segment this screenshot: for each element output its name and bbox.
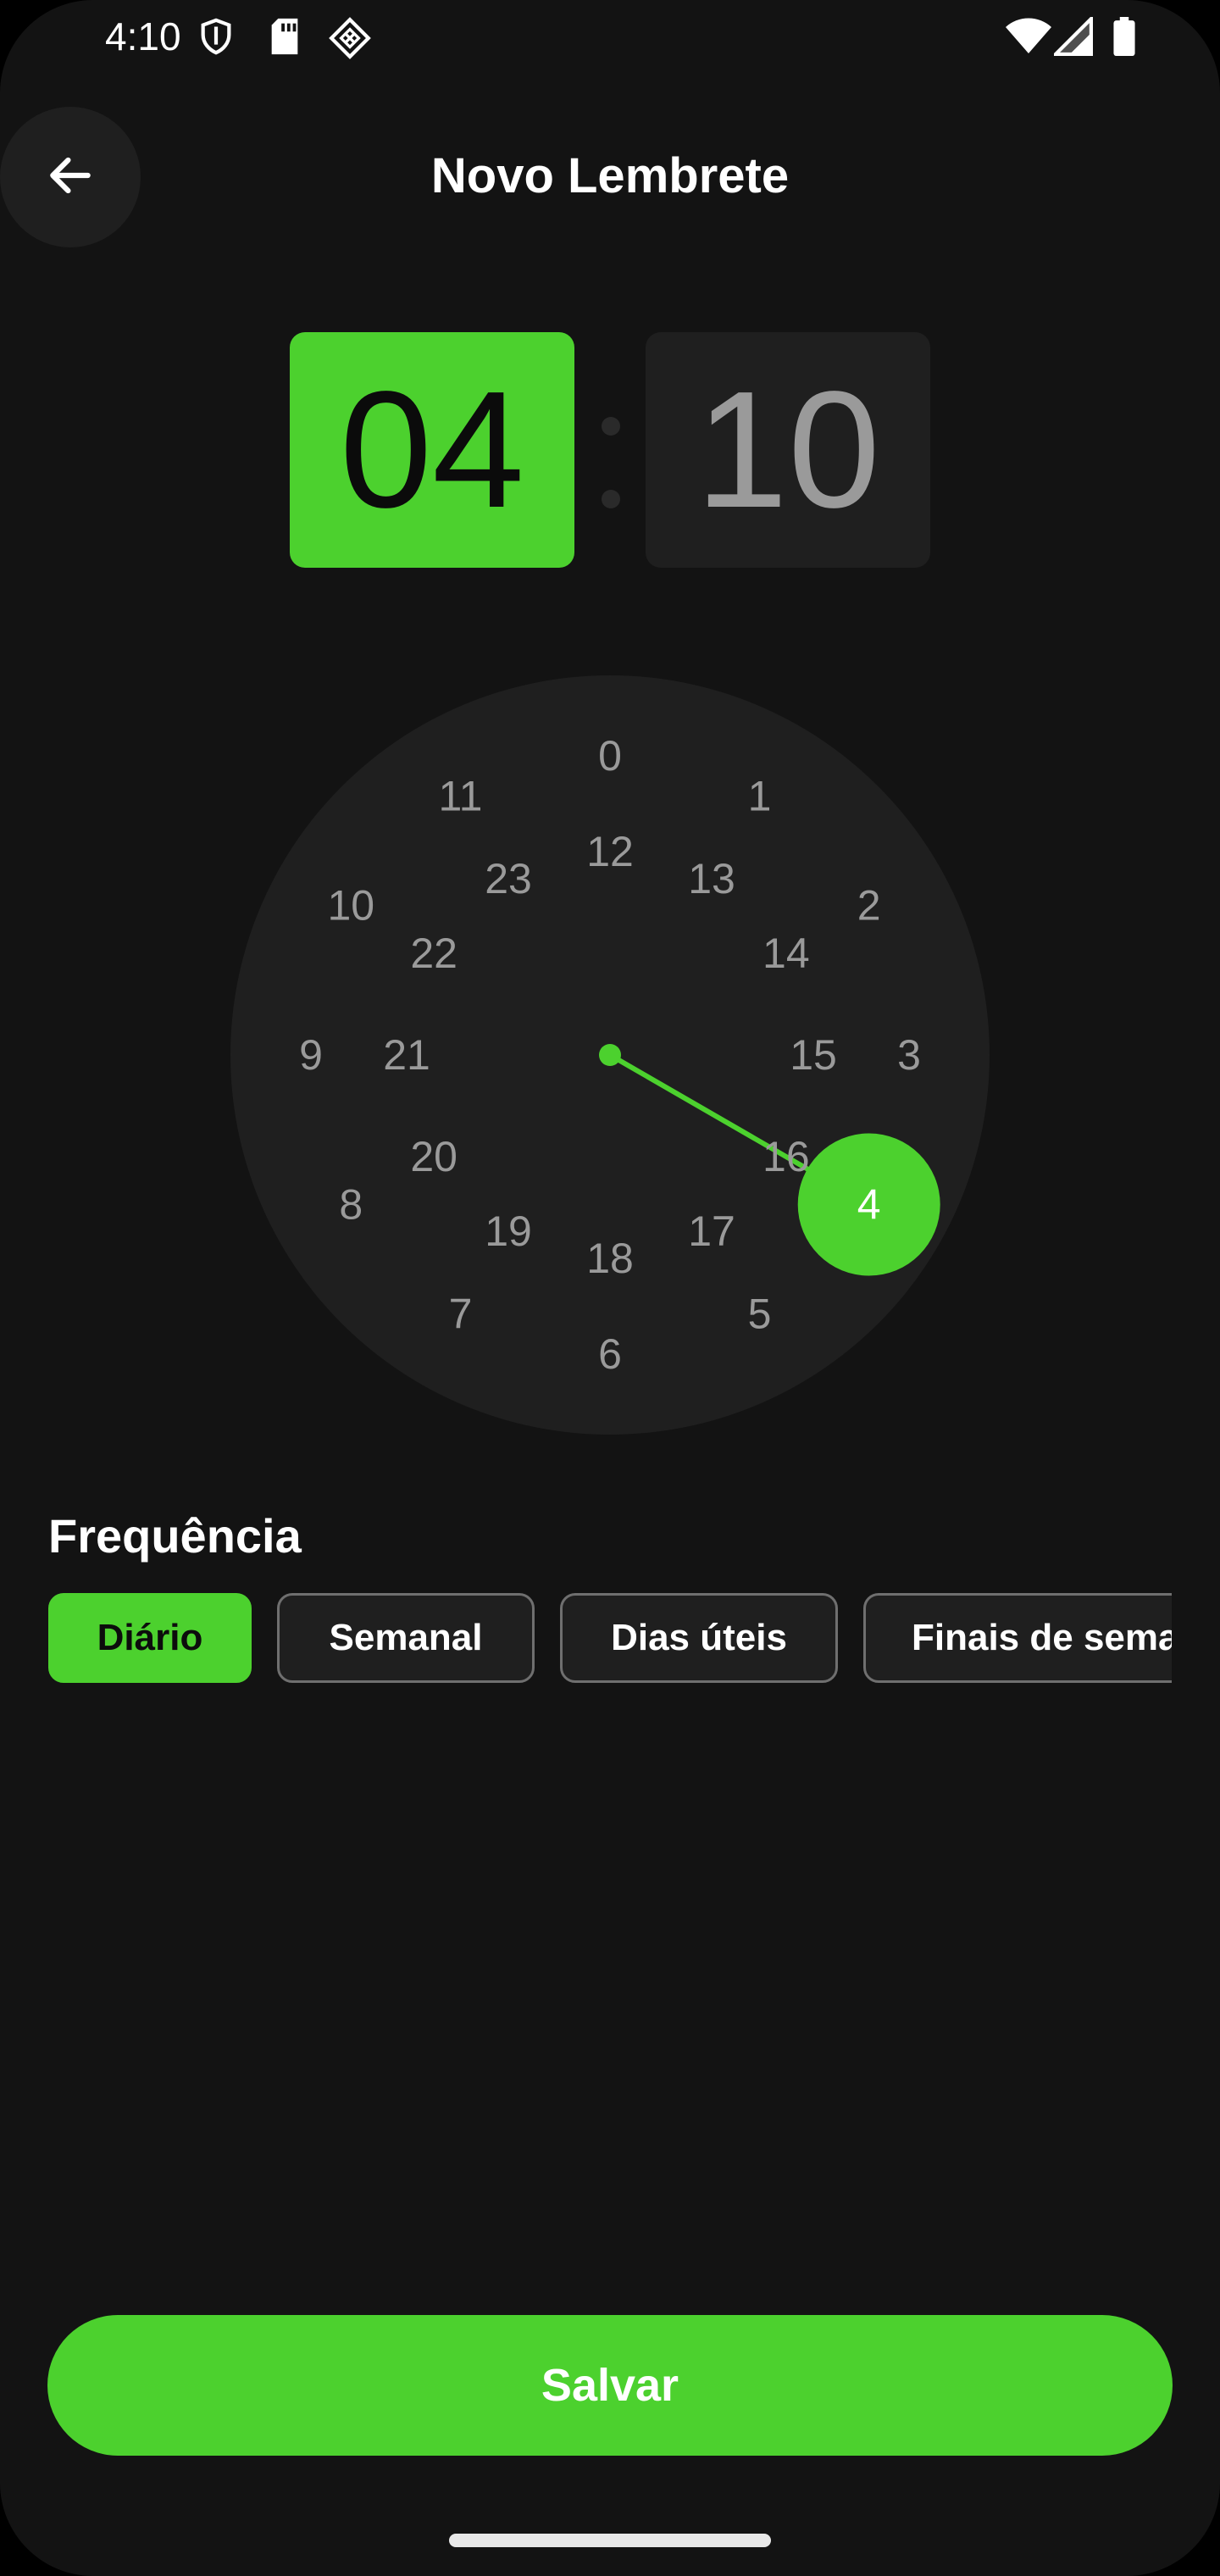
clock-number-inner[interactable]: 23: [485, 855, 532, 902]
clock-number-outer[interactable]: 1: [748, 772, 772, 819]
minutes-field[interactable]: 10: [646, 332, 930, 568]
clock-number-outer[interactable]: 0: [598, 732, 622, 780]
diamond-grid-icon: [329, 17, 371, 59]
chip-weekdays[interactable]: Dias úteis: [560, 1593, 838, 1683]
clock-number-outer[interactable]: 2: [857, 882, 881, 930]
shield-icon: [197, 17, 236, 56]
chip-weekly[interactable]: Semanal: [277, 1593, 535, 1683]
clock-number-inner[interactable]: 19: [485, 1208, 532, 1255]
save-button[interactable]: Salvar: [47, 2315, 1173, 2456]
clock-number-inner[interactable]: 12: [586, 828, 634, 875]
clock-number-outer[interactable]: 3: [897, 1031, 921, 1079]
sd-card-icon: [268, 17, 302, 56]
clock-number-inner[interactable]: 15: [790, 1031, 837, 1079]
clock-number-inner[interactable]: 20: [410, 1133, 458, 1180]
chip-daily[interactable]: Diário: [48, 1593, 252, 1683]
clock-number-inner[interactable]: 17: [688, 1208, 735, 1255]
clock-number-inner[interactable]: 22: [410, 930, 458, 977]
clock-number-inner[interactable]: 13: [688, 855, 735, 902]
clock-number-inner[interactable]: 16: [762, 1133, 810, 1180]
clock-number-outer[interactable]: 8: [339, 1181, 363, 1229]
battery-icon: [1112, 17, 1137, 56]
hours-field[interactable]: 04: [290, 332, 574, 568]
status-bar: 4:10: [0, 0, 1220, 73]
clock-number-inner[interactable]: 14: [762, 930, 810, 977]
clock-number-inner[interactable]: 18: [586, 1235, 634, 1282]
clock-number-selected[interactable]: 4: [857, 1181, 881, 1229]
clock-number-outer[interactable]: 5: [748, 1291, 772, 1338]
cell-signal-icon: [1054, 17, 1093, 56]
clock-number-outer[interactable]: 10: [327, 882, 374, 930]
page-title: Novo Lembrete: [430, 148, 790, 203]
clock-number-outer[interactable]: 7: [449, 1291, 473, 1338]
status-time: 4:10: [105, 14, 181, 58]
clock-center-dot: [599, 1044, 621, 1066]
time-separator-dot: [602, 490, 620, 508]
time-separator-dot: [602, 417, 620, 436]
clock-face: 12131415161718192021222301235678910114: [299, 732, 940, 1378]
chip-weekends[interactable]: Finais de semana: [863, 1593, 1172, 1683]
clock-dial[interactable]: 12 13 14 15 16 17 18 19 20 21 22 23 0 1 2 3 5 6 7 8 9 10 11 4: [230, 675, 990, 1435]
app-screen: 4:10 Novo Lembrete 04 10 12 13 14 15 16 …: [0, 0, 1220, 2576]
home-indicator: [449, 2534, 771, 2547]
clock-number-outer[interactable]: 11: [439, 772, 483, 819]
clock-number-outer[interactable]: 6: [598, 1330, 622, 1378]
clock-number-outer[interactable]: 9: [299, 1031, 323, 1079]
frequency-options: Diário Semanal Dias úteis Finais de sema…: [48, 1593, 1172, 1686]
frequency-label: Frequência: [48, 1509, 302, 1563]
clock-number-inner[interactable]: 21: [383, 1031, 430, 1079]
wifi-icon: [1005, 17, 1052, 56]
